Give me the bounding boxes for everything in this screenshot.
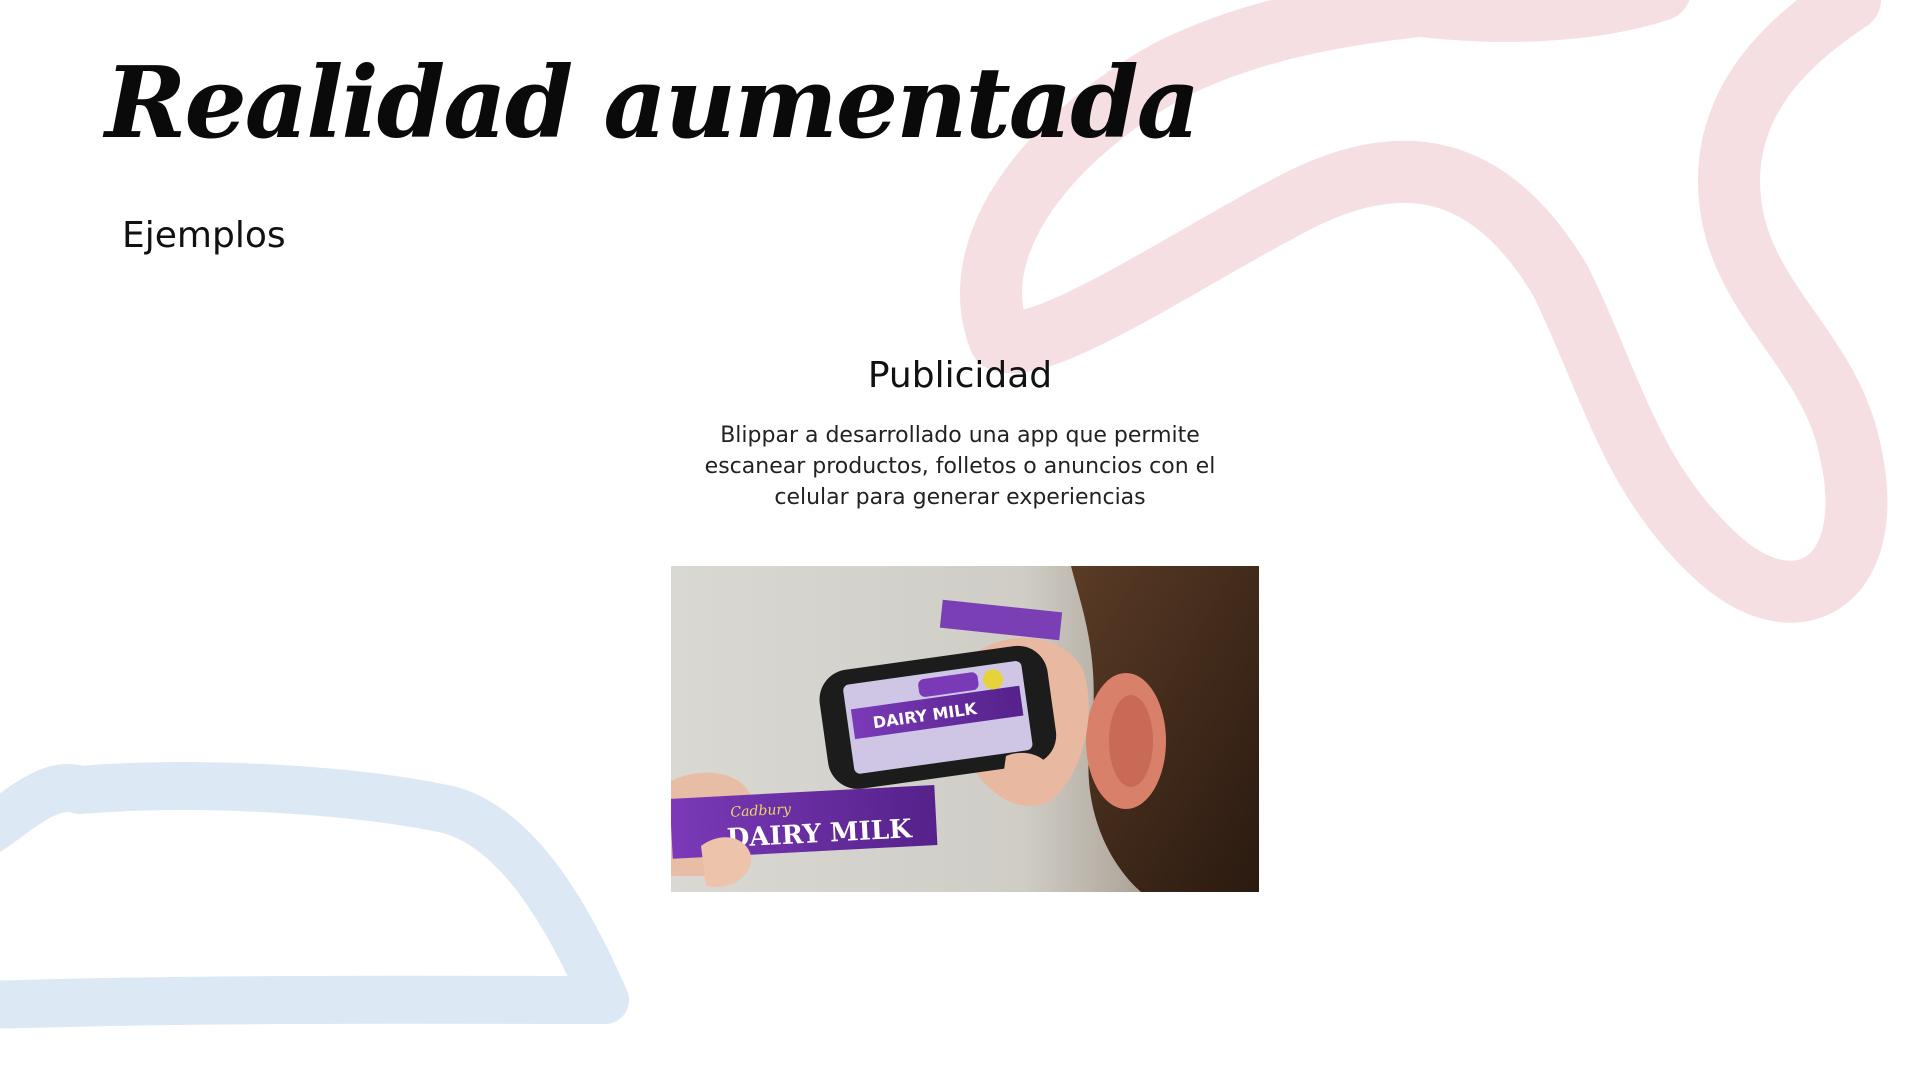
- section-body-text: Blippar a desarrollado una app que permi…: [704, 423, 1216, 510]
- section-heading: Publicidad: [867, 355, 1053, 396]
- slide: Realidad aumentada Ejemplos Publicidad B…: [0, 0, 1920, 1080]
- ar-example-photo: DAIRY MILK Cadbury DAIRY MILK: [671, 566, 1259, 892]
- svg-text:Cadbury: Cadbury: [730, 802, 792, 821]
- pink-squiggle-top-decoration: [1349, 0, 1690, 42]
- background-decoration: [0, 0, 1888, 1029]
- blue-squiggle-decoration: [0, 762, 629, 1029]
- slide-title: Realidad aumentada: [105, 46, 1200, 161]
- slide-subtitle: Ejemplos: [122, 215, 286, 256]
